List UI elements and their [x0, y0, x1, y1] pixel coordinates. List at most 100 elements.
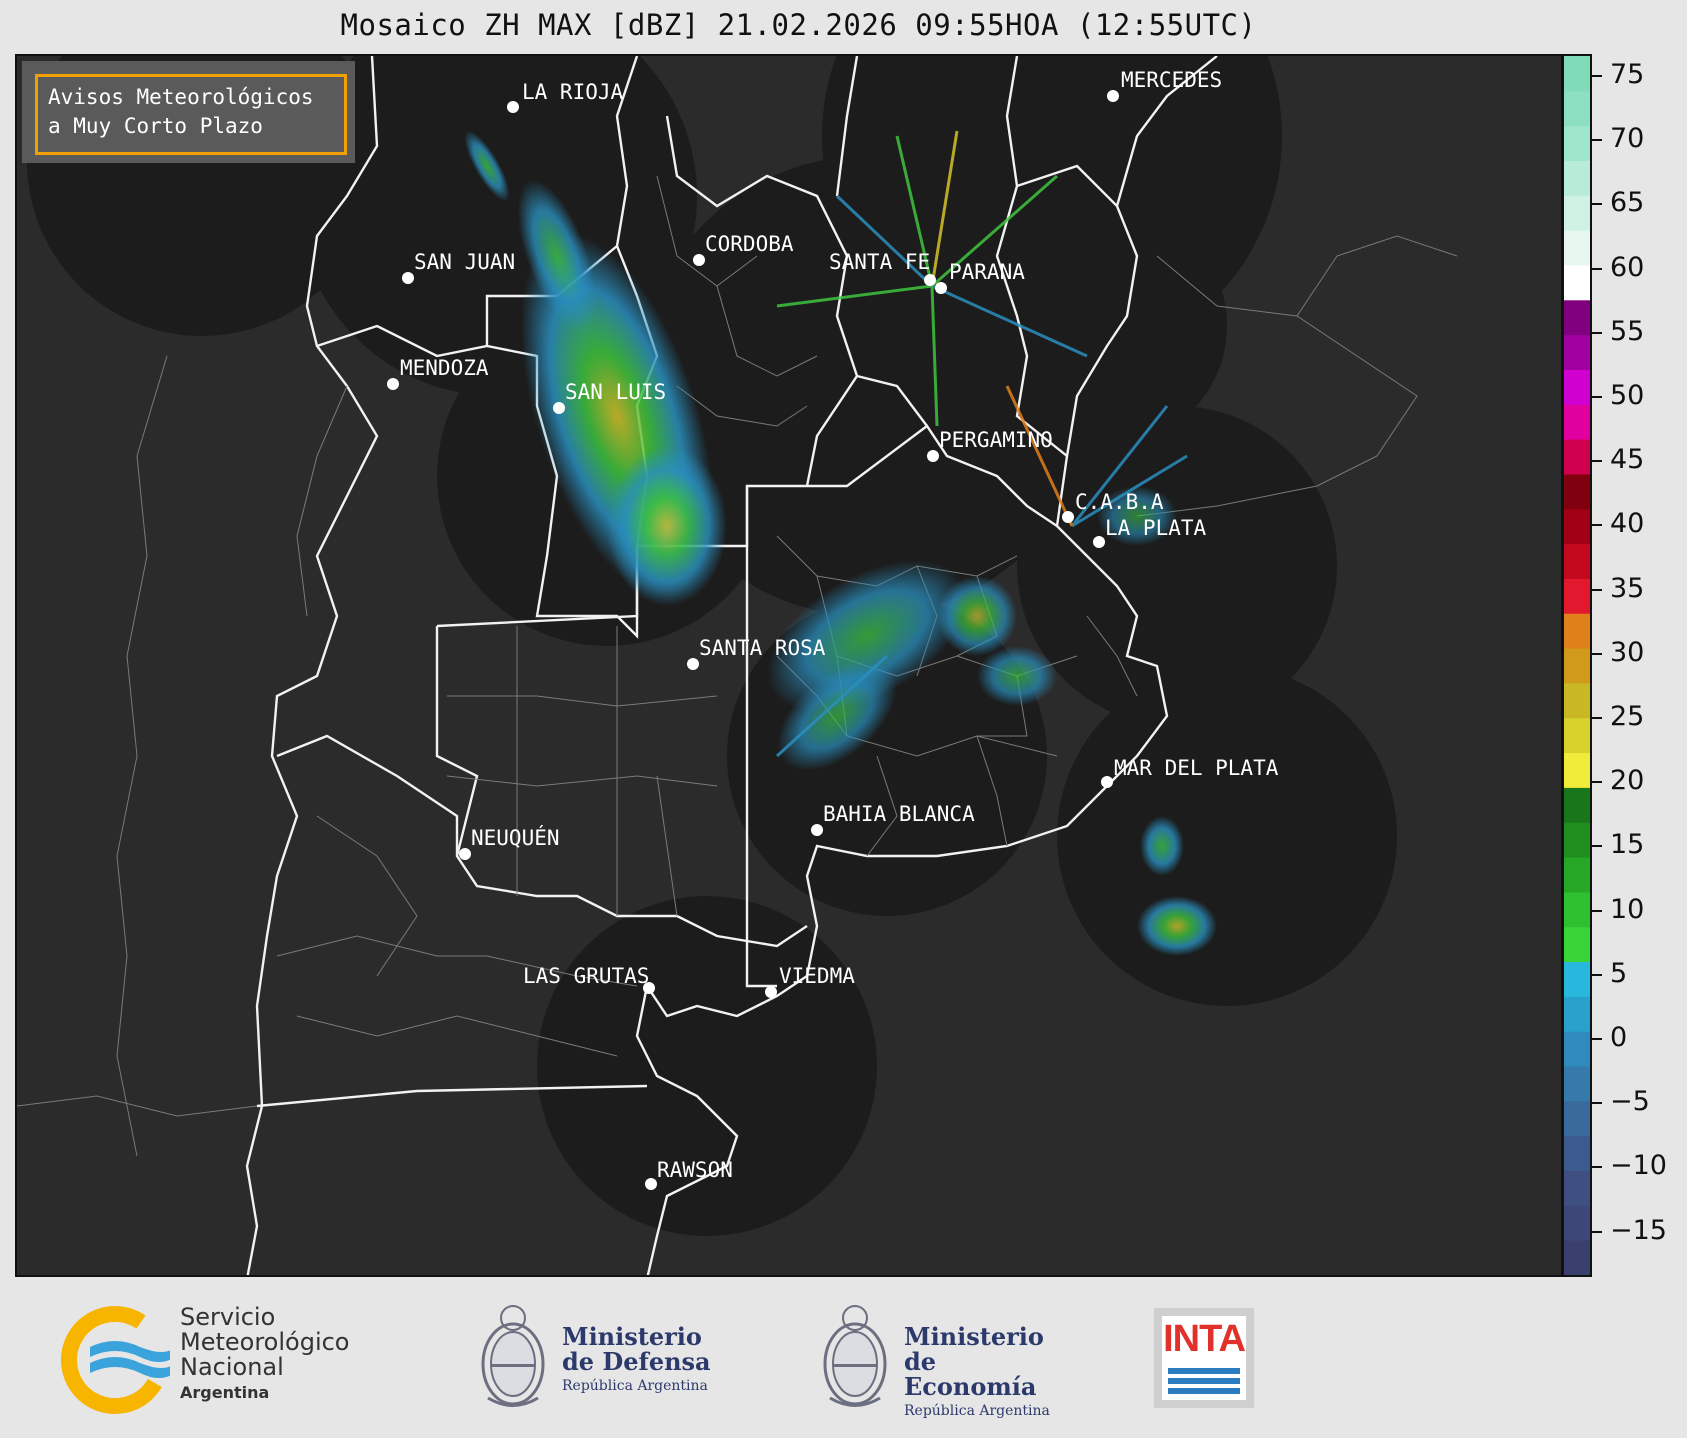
colorbar-band	[1564, 578, 1590, 614]
colorbar-band	[1564, 56, 1590, 92]
city-label-la-plata[interactable]: LA PLATA	[1105, 516, 1206, 540]
footer-logos: Servicio Meteorológico Nacional Argentin…	[0, 1280, 1687, 1438]
city-dot-pergamino	[927, 450, 939, 462]
colorbar-tick-label: 50	[1610, 380, 1645, 411]
colorbar-band	[1564, 1205, 1590, 1241]
inta-logo-panel: INTA	[1162, 1316, 1246, 1400]
colorbar-band	[1564, 543, 1590, 579]
colorbar-tick-label: 75	[1610, 59, 1645, 90]
city-dot-parana	[935, 282, 947, 294]
economia-line1: Ministerio	[904, 1322, 1044, 1351]
colorbar-tick-label: 0	[1610, 1022, 1628, 1053]
colorbar-band	[1564, 1135, 1590, 1172]
colorbar-band	[1564, 160, 1590, 196]
colorbar-tick-label: 25	[1610, 701, 1645, 732]
city-label-pergamino[interactable]: PERGAMINO	[939, 428, 1053, 452]
colorbar-tick-label: 30	[1610, 636, 1645, 668]
colorbar-tick	[1592, 75, 1602, 77]
colorbar-tick	[1592, 396, 1602, 398]
inta-wordmark: INTA	[1163, 1318, 1246, 1360]
city-label-bahia-blanca[interactable]: BAHIA BLANCA	[823, 802, 975, 826]
colorbar-tick-label: 5	[1610, 957, 1628, 989]
colorbar-tick	[1592, 1166, 1602, 1169]
colorbar-band	[1564, 439, 1590, 475]
city-label-cordoba[interactable]: CORDOBA	[705, 232, 794, 256]
colorbar-tick-label: 40	[1610, 508, 1645, 540]
city-label-viedma[interactable]: VIEDMA	[779, 964, 855, 988]
economia-logo[interactable]: Ministerio de Economía República Argenti…	[820, 1298, 1070, 1419]
city-dot-bahia-blanca	[811, 824, 823, 836]
colorbar-tick	[1592, 139, 1602, 142]
smn-logo[interactable]: Servicio Meteorológico Nacional Argentin…	[60, 1305, 440, 1415]
city-label-las-grutas[interactable]: LAS GRUTAS	[523, 964, 649, 988]
colorbar-tick	[1592, 652, 1602, 655]
colorbar-band	[1564, 822, 1590, 858]
city-dot-santa-rosa	[687, 658, 699, 670]
city-dot-mendoza	[387, 378, 399, 390]
city-dot-santa-fe	[924, 274, 936, 286]
colorbar-band	[1564, 404, 1590, 440]
colorbar-tick	[1592, 845, 1602, 848]
inta-stripe-3	[1168, 1388, 1240, 1394]
radar-map[interactable]: LA RIOJA MERCEDES CORDOBA SAN JUAN SANTA…	[15, 54, 1563, 1277]
city-dot-rawson	[645, 1178, 657, 1190]
city-label-santa-rosa[interactable]: SANTA ROSA	[699, 636, 825, 660]
city-label-neuquen[interactable]: NEUQUÉN	[471, 826, 560, 850]
city-label-san-juan[interactable]: SAN JUAN	[414, 250, 515, 274]
colorbar-tick	[1592, 1038, 1602, 1040]
economia-text: Ministerio de Economía República Argenti…	[904, 1324, 1070, 1424]
info-box-line1: Avisos Meteorológicos	[48, 85, 314, 109]
colorbar-tick	[1592, 588, 1602, 591]
info-box-line2: a Muy Corto Plazo	[48, 114, 263, 138]
city-label-mendoza[interactable]: MENDOZA	[400, 356, 489, 380]
inta-logo[interactable]: INTA	[1154, 1308, 1254, 1408]
city-dot-neuquen	[459, 848, 471, 860]
defensa-text: Ministerio de Defensa República Argentin…	[562, 1324, 711, 1399]
smn-text: Servicio Meteorológico Nacional Argentin…	[180, 1305, 350, 1405]
colorbar-tick-label: 65	[1610, 187, 1645, 219]
defensa-line3: República Argentina	[562, 1378, 708, 1394]
colorbar-band	[1564, 195, 1590, 231]
defensa-line2: de Defensa	[562, 1347, 711, 1376]
city-label-parana[interactable]: PARANA	[949, 260, 1025, 284]
coat-of-arms-icon	[823, 1305, 887, 1407]
colorbar-tick-label: −15	[1610, 1214, 1667, 1246]
city-label-caba[interactable]: C.A.B.A	[1075, 490, 1164, 514]
colorbar-tick-label: 20	[1610, 765, 1645, 797]
city-label-mar-del-plata[interactable]: MAR DEL PLATA	[1114, 756, 1278, 780]
city-label-mercedes[interactable]: MERCEDES	[1121, 68, 1222, 92]
city-label-la-rioja[interactable]: LA RIOJA	[522, 80, 623, 104]
colorbar-band	[1564, 1100, 1590, 1137]
defensa-logo[interactable]: Ministerio de Defensa República Argentin…	[478, 1298, 718, 1418]
smn-line4: Argentina	[180, 1383, 270, 1402]
colorbar-tick	[1592, 1102, 1602, 1105]
colorbar-band	[1564, 891, 1590, 928]
defensa-line1: Ministerio	[562, 1322, 702, 1351]
colorbar-tick	[1592, 781, 1602, 784]
colorbar-band	[1564, 299, 1590, 336]
city-label-san-luis[interactable]: SAN LUIS	[565, 380, 666, 404]
smn-line2: Meteorológico	[180, 1328, 350, 1356]
colorbar-gradient	[1564, 56, 1590, 1275]
city-dot-san-juan	[402, 272, 414, 284]
city-dot-caba	[1062, 511, 1074, 523]
colorbar-band	[1564, 1031, 1590, 1067]
colorbar-tick-label: −5	[1610, 1086, 1650, 1118]
city-dot-san-luis	[553, 402, 565, 414]
colorbar-tick	[1592, 973, 1602, 976]
colorbar-tick	[1592, 717, 1602, 719]
colorbar-band	[1564, 752, 1590, 788]
colorbar-band	[1564, 717, 1590, 754]
colorbar-band	[1564, 334, 1590, 370]
colorbar-band	[1564, 473, 1590, 510]
smn-line3: Nacional	[180, 1353, 284, 1381]
colorbar-band	[1564, 1240, 1590, 1275]
colorbar-tick-label: 70	[1610, 123, 1645, 155]
colorbar-tick-label: 15	[1610, 829, 1645, 861]
city-label-santa-fe[interactable]: SANTA FE	[829, 250, 930, 274]
colorbar-tick-label: 55	[1610, 315, 1645, 347]
city-dot-cordoba	[693, 254, 705, 266]
city-dot-la-rioja	[507, 101, 519, 113]
city-label-rawson[interactable]: RAWSON	[657, 1158, 733, 1182]
colorbar-tick-label: −10	[1610, 1150, 1667, 1182]
